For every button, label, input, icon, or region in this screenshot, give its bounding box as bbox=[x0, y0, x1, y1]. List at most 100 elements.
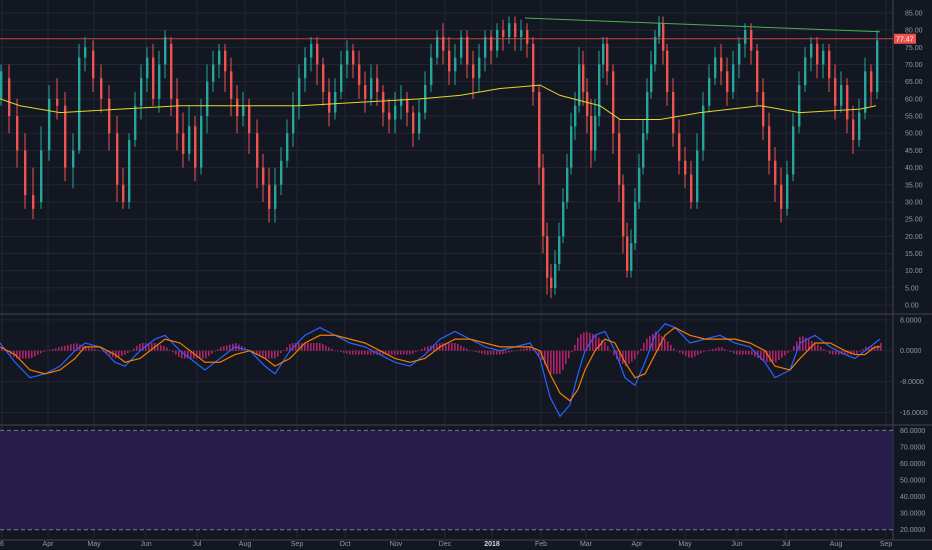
macd-histogram-bar bbox=[697, 350, 699, 355]
macd-histogram-bar bbox=[784, 350, 786, 356]
macd-histogram-bar bbox=[460, 345, 462, 351]
macd-histogram-bar bbox=[172, 350, 174, 353]
candle-up bbox=[708, 78, 711, 106]
macd-histogram-bar bbox=[226, 345, 228, 351]
macd-histogram-bar bbox=[412, 350, 414, 354]
candle-up bbox=[212, 64, 215, 82]
macd-histogram-bar bbox=[463, 347, 465, 351]
macd-histogram-bar bbox=[130, 350, 132, 352]
macd-histogram-bar bbox=[22, 350, 24, 359]
macd-histogram-bar bbox=[469, 350, 471, 351]
price-tick-label: 60.00 bbox=[905, 96, 923, 103]
macd-histogram-bar bbox=[499, 350, 501, 355]
time-tick-label: Apr bbox=[43, 541, 55, 548]
macd-histogram-bar bbox=[133, 348, 135, 351]
time-tick-label: 2018 bbox=[484, 541, 500, 548]
candle-up bbox=[578, 64, 581, 106]
macd-histogram-bar bbox=[715, 348, 717, 351]
candle-down bbox=[750, 30, 753, 51]
candle-up bbox=[642, 133, 645, 168]
candle-up bbox=[460, 36, 463, 58]
macd-histogram-bar bbox=[160, 344, 162, 351]
candle-down bbox=[546, 236, 549, 278]
macd-histogram-bar bbox=[514, 350, 516, 352]
macd-histogram-bar bbox=[286, 347, 288, 351]
macd-histogram-bar bbox=[670, 344, 672, 351]
macd-histogram-bar bbox=[391, 350, 393, 355]
macd-histogram-bar bbox=[493, 350, 495, 355]
macd-histogram-bar bbox=[58, 347, 60, 351]
macd-histogram-bar bbox=[634, 350, 636, 360]
macd-histogram-bar bbox=[403, 350, 405, 355]
macd-histogram-bar bbox=[802, 336, 804, 351]
time-tick-label: Oct bbox=[340, 541, 351, 548]
candle-up bbox=[164, 36, 167, 65]
macd-histogram-bar bbox=[220, 346, 222, 351]
macd-histogram-bar bbox=[55, 348, 57, 351]
macd-histogram-bar bbox=[448, 343, 450, 351]
macd-histogram-bar bbox=[640, 348, 642, 351]
macd-histogram-bar bbox=[508, 350, 510, 353]
macd-histogram-bar bbox=[556, 350, 558, 374]
candle-down bbox=[662, 23, 665, 51]
macd-histogram-bar bbox=[829, 350, 831, 354]
macd-histogram-bar bbox=[577, 337, 579, 351]
macd-histogram-bar bbox=[736, 350, 738, 355]
macd-histogram-bar bbox=[559, 350, 561, 374]
candle-down bbox=[16, 116, 19, 151]
macd-histogram-bar bbox=[139, 343, 141, 351]
candle-down bbox=[538, 91, 541, 168]
candle-up bbox=[292, 105, 295, 134]
candle-up bbox=[146, 57, 149, 79]
candle-up bbox=[714, 57, 717, 79]
candle-up bbox=[140, 78, 143, 106]
macd-histogram-bar bbox=[691, 350, 693, 358]
macd-histogram-bar bbox=[520, 349, 522, 351]
macd-histogram-bar bbox=[67, 345, 69, 351]
macd-histogram-bar bbox=[322, 344, 324, 351]
macd-histogram-bar bbox=[517, 350, 519, 351]
candle-up bbox=[744, 30, 747, 44]
candle-down bbox=[322, 64, 325, 92]
candle-down bbox=[56, 98, 59, 106]
macd-histogram-bar bbox=[367, 350, 369, 355]
candle-up bbox=[554, 263, 557, 288]
candle-up bbox=[840, 85, 843, 106]
macd-histogram-bar bbox=[823, 349, 825, 351]
candle-down bbox=[262, 167, 265, 185]
macd-histogram-bar bbox=[43, 350, 45, 352]
macd-histogram-bar bbox=[424, 347, 426, 351]
macd-histogram-bar bbox=[280, 350, 282, 354]
trading-chart[interactable]: 85.0080.0075.0070.0065.0060.0055.0050.00… bbox=[0, 0, 932, 550]
macd-histogram-bar bbox=[751, 350, 753, 356]
candle-up bbox=[134, 105, 137, 141]
candle-up bbox=[430, 57, 433, 86]
macd-histogram-bar bbox=[262, 350, 264, 357]
candle-up bbox=[566, 167, 569, 202]
macd-histogram-bar bbox=[175, 350, 177, 355]
candle-up bbox=[598, 64, 601, 117]
macd-histogram-bar bbox=[820, 346, 822, 351]
candle-down bbox=[550, 277, 553, 288]
candle-up bbox=[200, 116, 203, 168]
candle-down bbox=[590, 116, 593, 151]
macd-histogram-bar bbox=[880, 343, 882, 351]
macd-histogram-bar bbox=[607, 346, 609, 351]
macd-histogram-bar bbox=[217, 349, 219, 351]
candle-up bbox=[638, 167, 641, 202]
macd-histogram-bar bbox=[637, 350, 639, 355]
rsi-tick-label: 40.0000 bbox=[900, 494, 925, 501]
macd-histogram-bar bbox=[346, 350, 348, 354]
candle-down bbox=[672, 91, 675, 134]
macd-histogram-bar bbox=[862, 349, 864, 351]
macd-histogram-bar bbox=[694, 350, 696, 357]
macd-histogram-bar bbox=[856, 350, 858, 354]
macd-histogram-bar bbox=[49, 349, 51, 351]
macd-histogram-bar bbox=[505, 350, 507, 354]
candle-up bbox=[280, 160, 283, 185]
macd-histogram-bar bbox=[523, 348, 525, 351]
candle-down bbox=[256, 133, 259, 168]
macd-histogram-bar bbox=[730, 350, 732, 352]
time-tick-label: Jun bbox=[731, 541, 742, 548]
macd-histogram-bar bbox=[574, 344, 576, 351]
